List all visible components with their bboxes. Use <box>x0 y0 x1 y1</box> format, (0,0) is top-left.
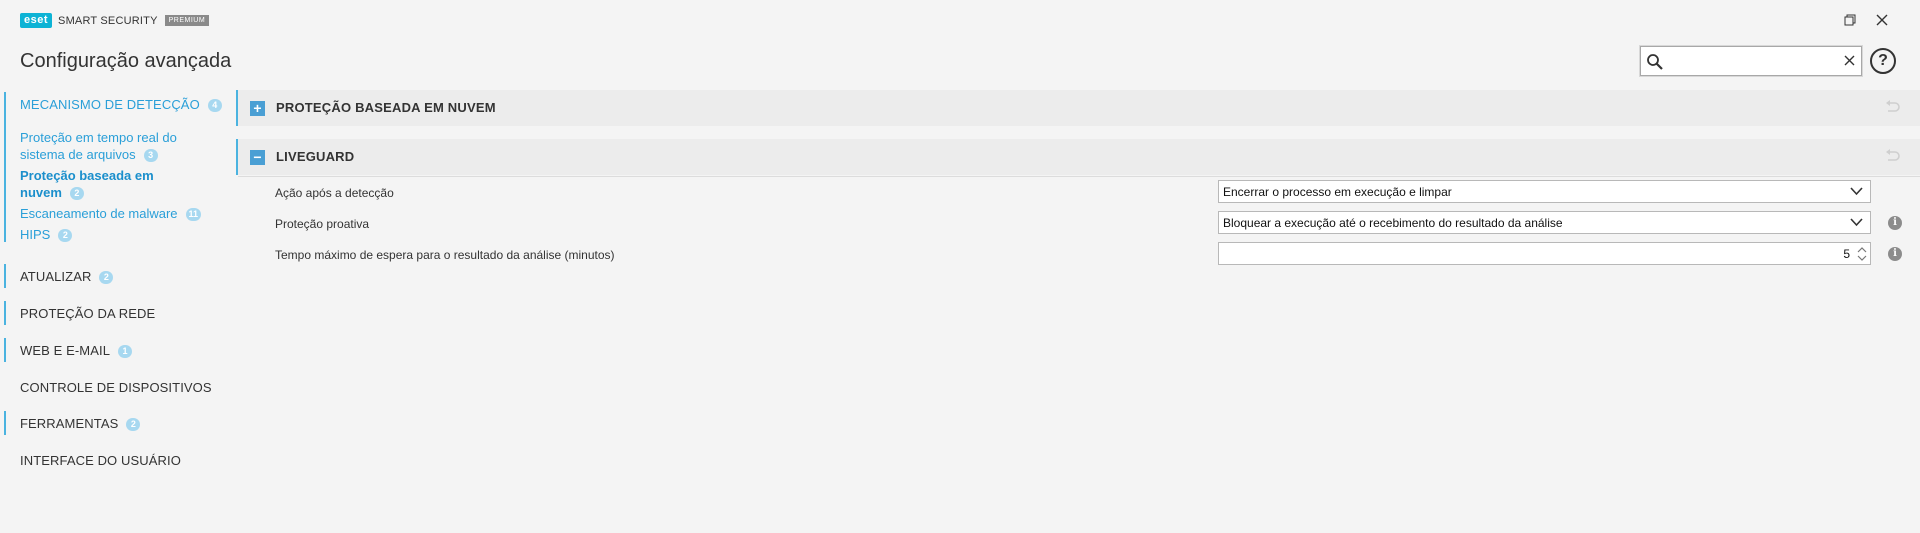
max-wait-time-stepper[interactable]: 5 <box>1218 242 1871 265</box>
category-text: INTERFACE DO USUÁRIO <box>20 453 181 468</box>
category-text: CONTROLE DE DISPOSITIVOS <box>20 380 212 395</box>
section-liveguard[interactable]: − LIVEGUARD <box>236 139 1920 175</box>
search-icon <box>1647 54 1663 70</box>
section-divider <box>238 176 1920 177</box>
sidebar-category-label: WEB E E-MAIL 1 <box>20 343 133 358</box>
sidebar-category-label: PROTEÇÃO DA REDE <box>20 306 155 321</box>
close-icon <box>1876 14 1888 26</box>
subitem-label: Proteção em tempo real do <box>20 130 177 145</box>
chevron-down-icon <box>1850 187 1863 196</box>
category-text: ATUALIZAR <box>20 269 92 284</box>
section-title: PROTEÇÃO BASEADA EM NUVEM <box>276 100 496 115</box>
revert-icon[interactable] <box>1884 149 1900 163</box>
count-badge: 4 <box>207 99 222 112</box>
count-badge: 1 <box>118 345 133 358</box>
section-indicator <box>4 411 6 435</box>
chevron-down-icon <box>1850 218 1863 227</box>
search-input[interactable] <box>1669 51 1829 71</box>
section-title: LIVEGUARD <box>276 149 355 164</box>
select-value: Bloquear a execução até o recebimento do… <box>1223 216 1563 230</box>
sidebar-subitem-realtime-protection[interactable]: Proteção em tempo real do sistema de arq… <box>20 129 177 163</box>
sidebar-category-label: ATUALIZAR 2 <box>20 269 114 284</box>
subitem-label: Proteção baseada em <box>20 168 154 183</box>
count-badge: 2 <box>69 187 84 200</box>
select-value: Encerrar o processo em execução e limpar <box>1223 185 1452 199</box>
proactive-protection-select[interactable]: Bloquear a execução até o recebimento do… <box>1218 211 1871 234</box>
section-cloud-protection[interactable]: + PROTEÇÃO BASEADA EM NUVEM <box>236 90 1920 126</box>
collapse-icon[interactable]: − <box>250 150 265 165</box>
category-text: WEB E E-MAIL <box>20 343 111 358</box>
stepper-value: 5 <box>1843 247 1850 261</box>
product-name: SMART SECURITY <box>58 14 158 27</box>
sidebar-subitem-hips[interactable]: HIPS 2 <box>20 226 73 243</box>
category-text: MECANISMO DE DETECÇÃO <box>20 97 200 112</box>
subitem-label-cont: sistema de arquivos <box>20 147 136 162</box>
setting-label: Proteção proativa <box>275 217 370 231</box>
category-text: FERRAMENTAS <box>20 416 119 431</box>
count-badge: 11 <box>185 208 202 221</box>
spin-arrows-icon[interactable] <box>1856 245 1868 263</box>
count-badge: 2 <box>99 271 114 284</box>
subitem-label: HIPS <box>20 227 51 242</box>
count-badge: 2 <box>58 229 73 242</box>
eset-logo: eset <box>20 13 53 28</box>
clear-search-icon[interactable] <box>1844 55 1855 66</box>
category-text: PROTEÇÃO DA REDE <box>20 306 156 321</box>
subitem-label: Escaneamento de malware <box>20 206 178 221</box>
close-window-button[interactable] <box>1872 10 1892 30</box>
sidebar-subitem-cloud-protection[interactable]: Proteção baseada em nuvem 2 <box>20 167 154 201</box>
help-button[interactable]: ? <box>1870 48 1896 74</box>
active-indicator <box>4 92 6 242</box>
info-icon[interactable]: i <box>1888 247 1902 261</box>
count-badge: 2 <box>126 418 141 431</box>
restore-window-icon <box>1844 14 1856 26</box>
app-logo: eset SMART SECURITY PREMIUM <box>20 13 210 28</box>
count-badge: 3 <box>143 149 158 162</box>
search-box[interactable] <box>1640 46 1862 76</box>
expand-icon[interactable]: + <box>250 101 265 116</box>
subitem-label-cont: nuvem <box>20 185 62 200</box>
sidebar-category-label: CONTROLE DE DISPOSITIVOS <box>20 380 212 395</box>
restore-window-button[interactable] <box>1840 10 1860 30</box>
setting-label: Tempo máximo de espera para o resultado … <box>275 248 615 262</box>
sidebar-category-label: INTERFACE DO USUÁRIO <box>20 453 181 468</box>
sidebar-subitem-malware-scan[interactable]: Escaneamento de malware 11 <box>20 205 202 222</box>
sidebar-category-label: FERRAMENTAS 2 <box>20 416 141 431</box>
info-icon[interactable]: i <box>1888 216 1902 230</box>
help-icon: ? <box>1878 52 1888 69</box>
title-bar: eset SMART SECURITY PREMIUM <box>0 0 1920 40</box>
section-indicator <box>4 338 6 362</box>
action-after-detection-select[interactable]: Encerrar o processo em execução e limpar <box>1218 180 1871 203</box>
page-title: Configuração avançada <box>20 50 232 72</box>
revert-icon[interactable] <box>1884 100 1900 114</box>
edition-badge: PREMIUM <box>164 15 210 26</box>
sidebar-category-label: MECANISMO DE DETECÇÃO 4 <box>20 97 222 112</box>
setting-label: Ação após a detecção <box>275 186 394 200</box>
section-indicator <box>4 301 6 325</box>
section-indicator <box>4 264 6 288</box>
